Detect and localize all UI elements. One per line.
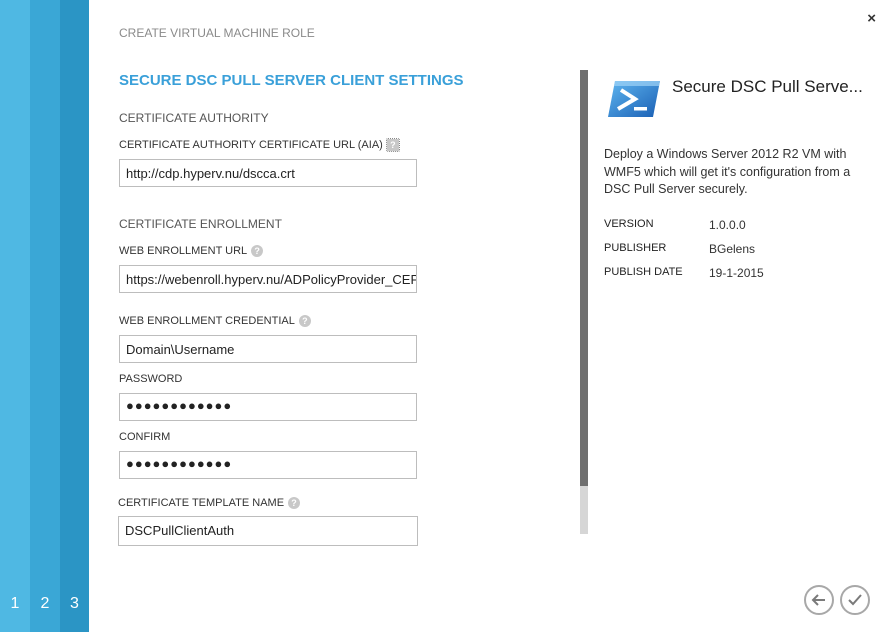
template-label: CERTIFICATE TEMPLATE NAME	[118, 497, 285, 509]
enroll-group-title: CERTIFICATE ENROLLMENT	[119, 217, 282, 231]
section-title: SECURE DSC PULL SERVER CLIENT SETTINGS	[119, 72, 464, 89]
help-icon[interactable]: ?	[298, 315, 311, 328]
help-icon[interactable]: ?	[288, 497, 301, 510]
step-3[interactable]: 3	[60, 0, 89, 632]
step-1-number: 1	[10, 595, 20, 612]
arrow-left-icon	[811, 594, 825, 606]
credential-input[interactable]: Domain\Username	[119, 335, 417, 363]
version-label: VERSION	[604, 218, 654, 230]
template-label-row: CERTIFICATE TEMPLATE NAME?	[118, 497, 301, 510]
help-icon[interactable]: ?	[251, 245, 264, 258]
dialog-title: CREATE VIRTUAL MACHINE ROLE	[119, 26, 315, 40]
credential-label: WEB ENROLLMENT CREDENTIAL	[119, 315, 295, 327]
confirm-input[interactable]: ●●●●●●●●●●●●	[119, 451, 417, 479]
web-enroll-url-label: WEB ENROLLMENT URL	[119, 245, 248, 257]
publisher-label: PUBLISHER	[604, 242, 667, 254]
form-scrollbar[interactable]	[580, 70, 588, 534]
publisher-value: BGelens	[709, 242, 756, 256]
step-1[interactable]: 1	[0, 0, 30, 632]
checkmark-icon	[848, 594, 862, 606]
confirm-label: CONFIRM	[119, 431, 171, 443]
step-3-number: 3	[70, 595, 79, 612]
details-description: Deploy a Windows Server 2012 R2 VM with …	[604, 147, 851, 196]
help-icon[interactable]: ?	[385, 138, 400, 153]
ca-url-label-row: CERTIFICATE AUTHORITY CERTIFICATE URL (A…	[119, 138, 400, 153]
scrollbar-thumb[interactable]	[580, 70, 588, 486]
template-input[interactable]: DSCPullClientAuth	[118, 516, 418, 546]
publish-date-value: 19-1-2015	[709, 266, 764, 280]
web-enroll-url-input[interactable]: https://webenroll.hyperv.nu/ADPolicyProv…	[119, 265, 417, 293]
ca-url-label: CERTIFICATE AUTHORITY CERTIFICATE URL (A…	[119, 139, 383, 151]
wizard-steps: 1 2 3	[0, 0, 89, 632]
complete-button[interactable]	[840, 585, 870, 615]
back-button[interactable]	[804, 585, 834, 615]
details-title: Secure DSC Pull Serve...	[672, 77, 863, 96]
close-icon[interactable]: ×	[867, 10, 876, 27]
publish-date-label: PUBLISH DATE	[604, 266, 683, 278]
version-value: 1.0.0.0	[709, 218, 746, 232]
password-label: PASSWORD	[119, 373, 183, 385]
ca-group-title: CERTIFICATE AUTHORITY	[119, 111, 269, 125]
step-2[interactable]: 2	[30, 0, 60, 632]
web-enroll-url-label-row: WEB ENROLLMENT URL?	[119, 245, 264, 258]
ca-url-input[interactable]: http://cdp.hyperv.nu/dscca.crt	[119, 159, 417, 187]
password-input[interactable]: ●●●●●●●●●●●●	[119, 393, 417, 421]
step-2-number: 2	[40, 595, 50, 612]
credential-label-row: WEB ENROLLMENT CREDENTIAL?	[119, 315, 311, 328]
powershell-icon	[608, 81, 660, 117]
